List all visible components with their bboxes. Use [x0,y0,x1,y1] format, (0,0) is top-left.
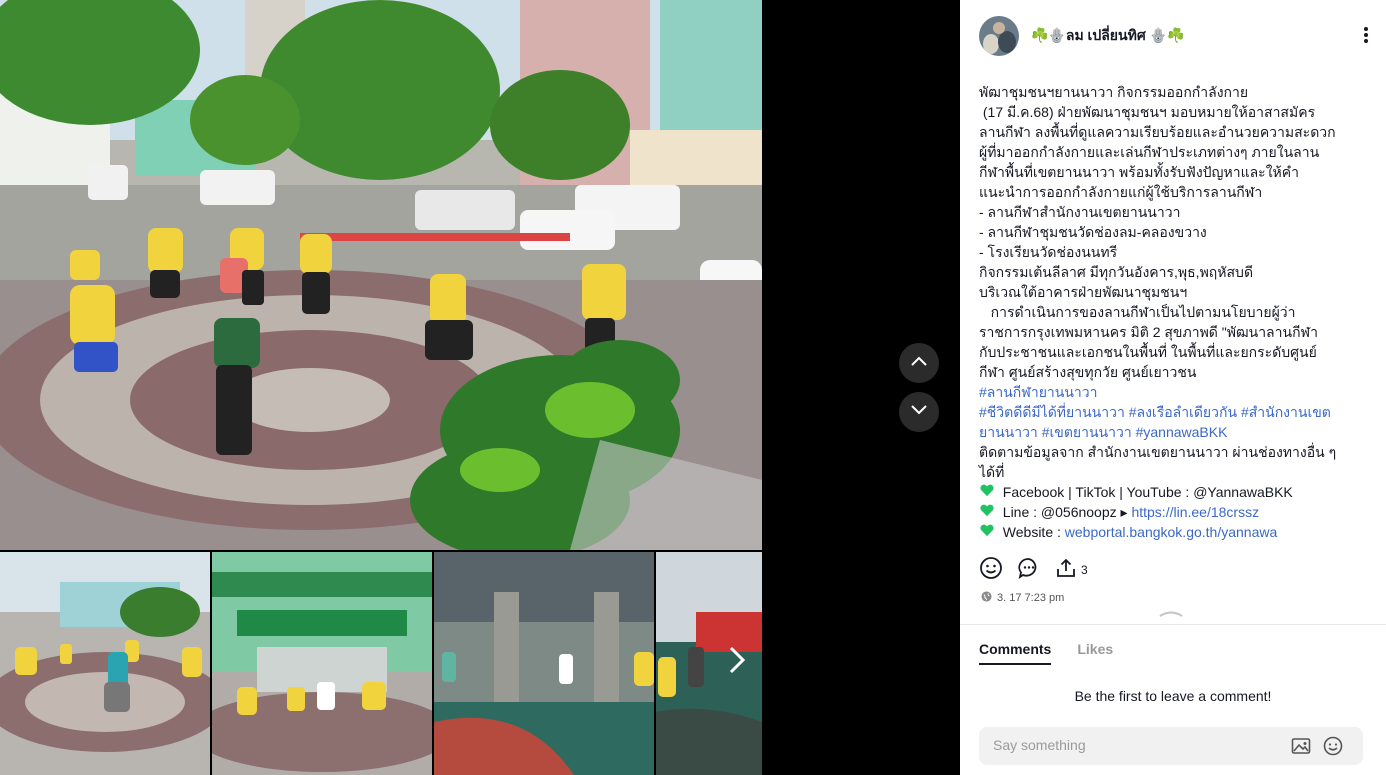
post-timestamp: 3. 17 7:23 pm [981,591,1064,605]
tab-likes[interactable]: Likes [1077,641,1113,665]
previous-post-button[interactable] [899,343,939,383]
green-heart-icon [979,504,995,520]
caption-line: Line : @056noopz ▸ https://lin.ee/18crss… [979,502,1339,522]
hashtag[interactable]: #ชีวิตดีดีมีได้ที่ยานนาวา [979,404,1125,420]
caption-line: Website : webportal.bangkok.go.th/yannaw… [979,522,1339,542]
hashtag[interactable]: #yannawaBKK [1136,424,1228,440]
chevron-right-icon [727,645,747,680]
caption-line: กิจกรรมเต้นลีลาศ มีทุกวันอังคาร,พุธ,พฤหั… [979,264,1254,280]
gallery-next-button[interactable] [722,640,752,684]
divider [960,624,1386,625]
avatar[interactable] [979,16,1019,56]
globe-icon [981,591,992,605]
comment-icon [1017,556,1041,585]
more-icon[interactable] [1363,26,1369,49]
caption-line: - ลานกีฬาชุมชนวัดช่องลม-คลองขวาง [979,224,1207,240]
caption-line: #ลานกีฬายานนาวา [979,382,1339,402]
website-link[interactable]: webportal.bangkok.go.th/yannawa [1065,524,1277,540]
post-actions: 3 [979,556,1102,585]
hashtag[interactable]: #ลานกีฬายานนาวา [979,384,1098,400]
post-caption: พัฒาชุมชนฯยานนาวา กิจกรรมออกกำลังกาย (17… [979,82,1339,542]
green-heart-icon [979,524,995,540]
next-post-button[interactable] [899,392,939,432]
gallery-thumbnail-1[interactable] [0,552,210,775]
collapse-caption-icon[interactable] [1158,604,1184,622]
emoji-icon[interactable] [1323,736,1343,761]
chevron-up-icon [910,354,928,372]
share-button[interactable]: 3 [1055,557,1088,584]
caption-line: - โรงเรียนวัดช่องนนทรี [979,244,1118,260]
react-button[interactable] [979,556,1003,585]
comment-tabs: Comments Likes [979,641,1113,665]
caption-line: บริเวณใต้อาคารฝ่ายพัฒนาชุมชนฯ [979,284,1188,300]
main-photo[interactable] [0,0,762,550]
comment-button[interactable] [1017,556,1041,585]
caption-line: (17 มี.ค.68) ฝ่ายพัฒนาชุมชนฯ มอบหมายให้อ… [979,104,1336,200]
line-link[interactable]: https://lin.ee/18crssz [1131,504,1259,520]
gallery-thumbnail-3[interactable] [434,552,654,775]
image-icon[interactable] [1291,736,1311,761]
media-viewer [0,0,960,775]
emoji-icon [979,556,1003,585]
caption-line: พัฒาชุมชนฯยานนาวา กิจกรรมออกกำลังกาย [979,84,1249,100]
caption-line: #ชีวิตดีดีมีได้ที่ยานนาวา #ลงเรือลำเดียว… [979,402,1339,442]
tab-comments[interactable]: Comments [979,641,1052,665]
comment-box [979,727,1363,765]
post-details-panel: ☘️🪬ลม เปลี่ยนทิศ 🪬☘️ พัฒาชุมชนฯยานนาวา ก… [960,0,1386,775]
green-heart-icon [979,484,995,500]
empty-comments-message: Be the first to leave a comment! [1074,688,1272,704]
gallery-thumbnail-2[interactable] [212,552,432,775]
caption-line: ติดตามข้อมูลจาก สำนักงานเขตยานนาวา ผ่านช… [979,444,1337,480]
chevron-down-icon [910,403,928,421]
comment-input[interactable] [991,736,1285,754]
post-header: ☘️🪬ลม เปลี่ยนทิศ 🪬☘️ [979,16,1369,56]
caption-line: การดำเนินการของลานกีฬาเป็นไปตามนโยบายผู้… [979,304,1318,380]
caption-line: Facebook | TikTok | YouTube : @YannawaBK… [979,482,1339,502]
hashtag[interactable]: #เขตยานนาวา [1042,424,1132,440]
caption-line: - ลานกีฬาสำนักงานเขตยานนาวา [979,204,1181,220]
author-name[interactable]: ☘️🪬ลม เปลี่ยนทิศ 🪬☘️ [1031,25,1184,47]
share-icon [1055,557,1077,584]
hashtag[interactable]: #ลงเรือลำเดียวกัน [1129,404,1237,420]
share-count: 3 [1081,563,1088,577]
